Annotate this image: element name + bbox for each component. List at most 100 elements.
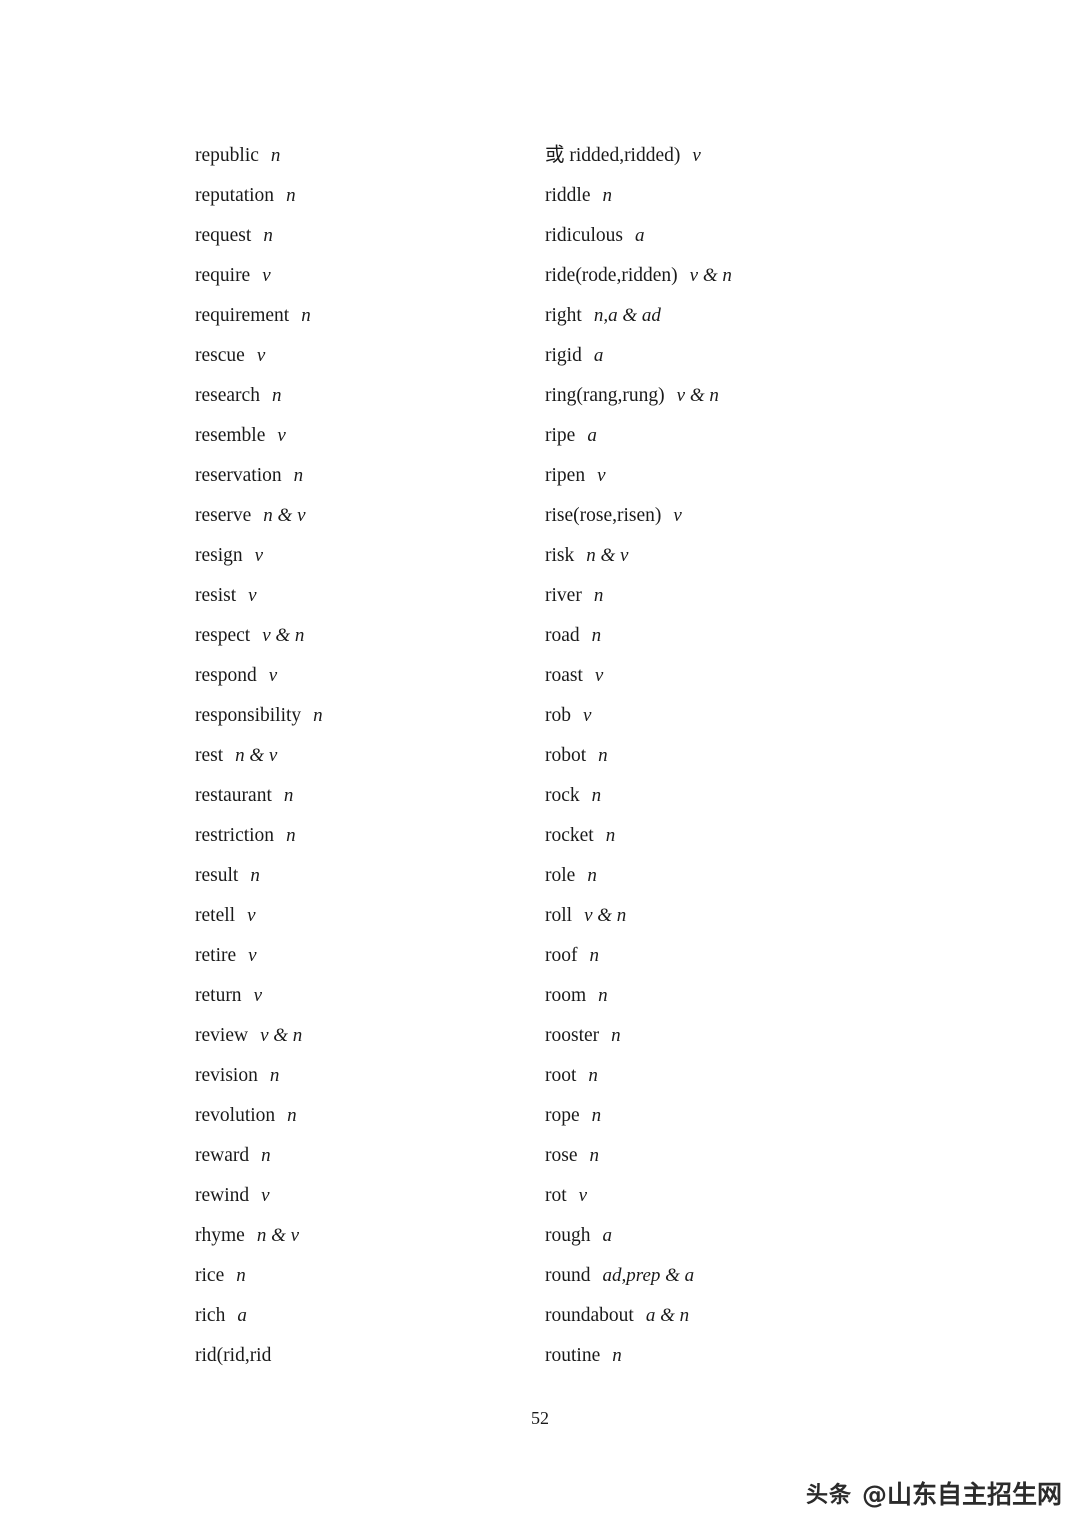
- entry-word: request: [195, 225, 252, 246]
- entry-word: restriction: [195, 825, 275, 846]
- entry-part-of-speech: v: [256, 345, 266, 366]
- entry-part-of-speech: v & n: [260, 1025, 303, 1046]
- entry-word: risk: [545, 545, 575, 566]
- entry-word: republic: [195, 145, 259, 166]
- entry-part-of-speech: n: [593, 585, 604, 606]
- entry-word: ripen: [545, 465, 586, 486]
- entry-part-of-speech: n: [313, 705, 323, 726]
- entry-word: rough: [545, 1225, 591, 1246]
- entry-word: requirement: [195, 305, 290, 326]
- entry-word: ring(rang,rung): [545, 385, 665, 406]
- word-entry: reservation n: [195, 456, 545, 496]
- entry-word: ride(rode,ridden): [545, 265, 678, 286]
- entry-part-of-speech: v: [261, 1185, 270, 1206]
- entry-part-of-speech: n: [589, 945, 600, 966]
- entry-part-of-speech: v: [247, 905, 256, 926]
- entry-word: review: [195, 1025, 249, 1046]
- entry-word: roundabout: [545, 1305, 634, 1326]
- entry-part-of-speech: v: [578, 1185, 588, 1206]
- entry-word: restaurant: [195, 785, 272, 806]
- word-entry: ridiculous a: [545, 216, 895, 256]
- entry-part-of-speech: v & n: [584, 905, 627, 926]
- entry-part-of-speech: n: [250, 865, 260, 886]
- entry-word: roof: [545, 945, 578, 966]
- entry-part-of-speech: a: [593, 345, 604, 366]
- entry-part-of-speech: v: [262, 265, 271, 286]
- entry-word: retire: [195, 945, 237, 966]
- word-entry: resist v: [195, 576, 545, 616]
- word-entry: rob v: [545, 696, 895, 736]
- entry-part-of-speech: n: [598, 745, 608, 766]
- entry-part-of-speech: v: [277, 425, 286, 446]
- word-entry: rhyme n & v: [195, 1216, 545, 1256]
- entry-part-of-speech: n: [605, 825, 616, 846]
- entry-part-of-speech: n: [589, 1145, 600, 1166]
- entry-part-of-speech: n: [591, 1105, 602, 1126]
- word-entry: return v: [195, 976, 545, 1016]
- entry-part-of-speech: v: [692, 145, 701, 166]
- entry-part-of-speech: v & n: [676, 385, 719, 406]
- entry-part-of-speech: n: [283, 785, 294, 806]
- entry-part-of-speech: a & n: [645, 1305, 690, 1326]
- entry-part-of-speech: n: [261, 1145, 271, 1166]
- word-column-left: republic n reputation n request n require v requ…: [195, 136, 545, 1376]
- word-entry: roast v: [545, 656, 895, 696]
- word-entry: revision n: [195, 1056, 545, 1096]
- word-entry: rough a: [545, 1216, 895, 1256]
- word-entry: riddle n: [545, 176, 895, 216]
- entry-word: reserve: [195, 505, 252, 526]
- entry-part-of-speech: n: [602, 185, 612, 206]
- watermark-text: @山东自主招生网: [861, 1480, 1062, 1509]
- entry-word: return: [195, 985, 242, 1006]
- entry-word: reservation: [195, 465, 282, 486]
- word-entry: rice n: [195, 1256, 545, 1296]
- word-entry: resemble v: [195, 416, 545, 456]
- entry-part-of-speech: v: [248, 585, 257, 606]
- word-entry: republic n: [195, 136, 545, 176]
- word-entry: rid(rid,rid: [195, 1336, 545, 1376]
- word-entry: robot n: [545, 736, 895, 776]
- word-entry: rise(rose,risen) v: [545, 496, 895, 536]
- word-entry: reward n: [195, 1136, 545, 1176]
- entry-part-of-speech: n & v: [256, 1225, 300, 1246]
- word-entry: retell v: [195, 896, 545, 936]
- word-entry: rest n & v: [195, 736, 545, 776]
- entry-part-of-speech: v: [254, 545, 264, 566]
- entry-part-of-speech: v & n: [689, 265, 732, 286]
- entry-word: roast: [545, 665, 583, 686]
- entry-word: resemble: [195, 425, 266, 446]
- word-column-right: 或 ridded,ridded) v riddle n ridiculous a ride(…: [545, 136, 895, 1376]
- entry-word: resist: [195, 585, 237, 606]
- entry-part-of-speech: n: [301, 305, 311, 326]
- entry-word: root: [545, 1065, 577, 1086]
- watermark-logo: 头条: [805, 1483, 852, 1508]
- entry-word: rice: [195, 1265, 225, 1286]
- entry-word: respect: [195, 625, 251, 646]
- word-entry: ring(rang,rung) v & n: [545, 376, 895, 416]
- entry-part-of-speech: n: [598, 985, 608, 1006]
- entry-word: 或 ridded,ridded): [545, 145, 681, 166]
- entry-word: road: [545, 625, 580, 646]
- word-entry: resign v: [195, 536, 545, 576]
- word-entry: rewind v: [195, 1176, 545, 1216]
- word-entry: respond v: [195, 656, 545, 696]
- entry-word: robot: [545, 745, 587, 766]
- entry-word: role: [545, 865, 576, 886]
- word-entry: 或 ridded,ridded) v: [545, 136, 895, 176]
- entry-part-of-speech: n: [287, 1105, 297, 1126]
- word-entry: ripen v: [545, 456, 895, 496]
- entry-part-of-speech: n: [591, 625, 602, 646]
- entry-part-of-speech: n: [587, 865, 597, 886]
- word-entry: rocket n: [545, 816, 895, 856]
- entry-word: rose: [545, 1145, 578, 1166]
- entry-word: revolution: [195, 1105, 276, 1126]
- entry-word: rope: [545, 1105, 580, 1126]
- word-entry: rich a: [195, 1296, 545, 1336]
- entry-word: rewind: [195, 1185, 250, 1206]
- entry-word: require: [195, 265, 251, 286]
- entry-word: rob: [545, 705, 571, 726]
- entry-part-of-speech: v: [268, 665, 278, 686]
- entry-word: responsibility: [195, 705, 302, 726]
- word-entry: require v: [195, 256, 545, 296]
- entry-part-of-speech: n: [263, 225, 273, 246]
